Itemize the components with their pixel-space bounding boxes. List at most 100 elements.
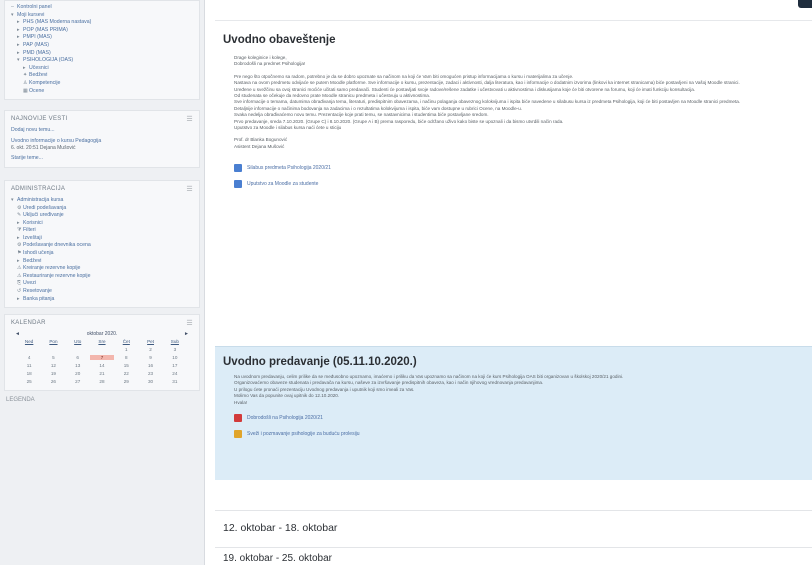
nav-item[interactable]: ▸ PHS (MAS Moderna nastava): [11, 19, 193, 27]
item-label: Resetovanje: [23, 288, 52, 295]
item-label: Uredi podešavanja: [23, 204, 67, 211]
admin-item[interactable]: ↺ Resetovanje: [11, 288, 193, 296]
calendar-day[interactable]: 25: [17, 379, 41, 384]
calendar-day[interactable]: 14: [90, 363, 114, 368]
admin-item[interactable]: ▸ Izveštaji: [11, 235, 193, 243]
admin-item[interactable]: ▸ Korisnici: [11, 220, 193, 228]
resource-link[interactable]: Uputstvo za Moodle za studente: [215, 180, 812, 189]
calendar-day[interactable]: 22: [114, 371, 138, 376]
admin-item[interactable]: ⚑Ishodi učenja: [11, 250, 193, 258]
news-item-link[interactable]: Uvodno informacije o kursu Pedagogija: [11, 138, 193, 146]
admin-item[interactable]: ⚙Podešavanje dnevnika ocena: [11, 242, 193, 250]
calendar-day[interactable]: 3: [163, 347, 187, 352]
item-label: POP (MAS PRIMA): [23, 26, 68, 33]
section-summary: Na uvodnom predavanju, celim prilike da …: [215, 374, 812, 406]
calendar-day[interactable]: 10: [163, 355, 187, 360]
nav-item[interactable]: ▦Ocene: [11, 88, 193, 96]
calendar-day[interactable]: 31: [163, 379, 187, 384]
nav-item[interactable]: ▸ Učesnici: [11, 65, 193, 73]
admin-item[interactable]: ▸ Bedževi: [11, 258, 193, 266]
admin-item[interactable]: ✎ Uključi uređivanje: [11, 212, 193, 220]
resource-label: Dobrodošli na Psihologija 2020/21: [247, 415, 323, 422]
item-label: Banka pitanja: [23, 295, 55, 302]
section-title: Uvodno predavanje (05.11.10.2020.): [223, 356, 417, 368]
calendar-block-title: KALENDAR: [11, 320, 46, 327]
calendar-day[interactable]: 23: [138, 371, 162, 376]
next-month-icon[interactable]: ►: [184, 331, 189, 337]
calendar-day[interactable]: 28: [90, 379, 114, 384]
summary-paragraph: Asistent Dejana Mušović: [234, 143, 285, 149]
news-block-title: NAJNOVIJE VESTI: [11, 116, 68, 123]
section-title: 19. oktobar - 25. oktobar: [223, 553, 332, 564]
calendar-day[interactable]: 30: [138, 379, 162, 384]
calendar-day[interactable]: 11: [17, 363, 41, 368]
calendar-day[interactable]: 12: [41, 363, 65, 368]
calendar-day[interactable]: 6: [66, 355, 90, 360]
resource-link[interactable]: Dobrodošli na Psihologija 2020/21: [215, 414, 812, 423]
calendar-day[interactable]: 20: [66, 371, 90, 376]
admin-item[interactable]: ⚙Uredi podešavanja: [11, 205, 193, 213]
section-resources: Silabus predmeta Psihologija 2020/21 Uput…: [215, 164, 812, 189]
nav-item[interactable]: ♙Kompetencije: [11, 80, 193, 88]
item-label: Podešavanje dnevnika ocena: [23, 242, 91, 249]
item-label: Korisnici: [23, 219, 43, 226]
admin-item[interactable]: ▾ Administracija kursa: [11, 197, 193, 205]
block-menu-icon[interactable]: ☰: [186, 319, 193, 327]
item-label: PHS (MAS Moderna nastava): [23, 19, 92, 26]
older-topics-link[interactable]: Starije teme...: [11, 155, 193, 163]
calendar-day[interactable]: 15: [114, 363, 138, 368]
resource-link[interactable]: Sveži i pozmavanje psihologije za buduću…: [215, 430, 812, 439]
main-content: Uvodno obaveštenje Drage koleginice i ko…: [205, 0, 812, 565]
nav-item[interactable]: ▾ PSIHOLOGIJA (OAS): [11, 57, 193, 65]
calendar-weekday: Ned: [24, 339, 34, 345]
calendar-day[interactable]: 21: [90, 371, 114, 376]
calendar-day[interactable]: 18: [17, 371, 41, 376]
calendar-day: [66, 347, 90, 352]
nav-item[interactable]: ▸ PMD (MAS): [11, 50, 193, 58]
item-label: Učesnici: [29, 64, 49, 71]
nav-item[interactable]: ▸ PMPI (MAS): [11, 34, 193, 42]
prev-month-icon[interactable]: ◄: [15, 331, 20, 337]
admin-item[interactable]: ⚠Restauriranje rezervne kopije: [11, 273, 193, 281]
calendar-day[interactable]: 9: [138, 355, 162, 360]
nav-item[interactable]: ▸ POP (MAS PRIMA): [11, 27, 193, 35]
news-item-meta: 6. okt. 20:51 Dejana Mušović: [11, 145, 76, 152]
calendar-day[interactable]: 8: [114, 355, 138, 360]
calendar-day[interactable]: 24: [163, 371, 187, 376]
admin-item[interactable]: ⚠Kreiranje rezervne kopije: [11, 265, 193, 273]
calendar-day[interactable]: 1: [114, 347, 138, 352]
pdf-icon: [234, 414, 242, 423]
nav-item[interactable]: – Kontrolni panel: [11, 4, 193, 12]
add-topic-link[interactable]: Dodaj novu temu...: [11, 127, 193, 135]
item-label: PAP (MAS): [23, 41, 50, 48]
user-menu-icon[interactable]: [798, 0, 812, 8]
calendar-weekday: Sre: [98, 339, 106, 345]
navigation-block: – Kontrolni panel ▾ Moji kursevi ▸ PHS (MAS M…: [4, 0, 200, 101]
nav-item[interactable]: ✦ Bedževi: [11, 72, 193, 80]
block-menu-icon[interactable]: ☰: [186, 185, 193, 193]
calendar-day[interactable]: 2: [138, 347, 162, 352]
item-label: Kompetencije: [29, 79, 61, 86]
admin-item[interactable]: ⧩Filteri: [11, 227, 193, 235]
calendar-day[interactable]: 16: [138, 363, 162, 368]
nav-item[interactable]: ▸ PAP (MAS): [11, 42, 193, 50]
calendar-day[interactable]: 27: [66, 379, 90, 384]
calendar-day[interactable]: 29: [114, 379, 138, 384]
calendar-day[interactable]: 26: [41, 379, 65, 384]
calendar-day[interactable]: 13: [66, 363, 90, 368]
calendar-day[interactable]: 4: [17, 355, 41, 360]
nav-item[interactable]: ▾ Moji kursevi: [11, 12, 193, 20]
calendar-day[interactable]: 7: [89, 355, 115, 361]
calendar-day[interactable]: 19: [41, 371, 65, 376]
summary-paragraph: Sve informacije o temama, datumima obrađ…: [234, 99, 741, 105]
summary-paragraph: Hvala!: [234, 399, 248, 405]
block-menu-icon[interactable]: ☰: [186, 115, 193, 123]
summary-paragraph: Dobrodošli na predmet Psihologija!: [234, 61, 306, 67]
calendar-day[interactable]: 5: [41, 355, 65, 360]
admin-item[interactable]: ▸ Banka pitanja: [11, 296, 193, 304]
top-bar: [205, 0, 812, 10]
administration-block: ADMINISTRACIJA ☰ ▾ Administracija kursa ⚙U…: [4, 179, 200, 309]
resource-link[interactable]: Silabus predmeta Psihologija 2020/21: [215, 164, 812, 173]
calendar-day[interactable]: 17: [163, 363, 187, 368]
admin-item[interactable]: ⎘ Uvezi: [11, 280, 193, 288]
